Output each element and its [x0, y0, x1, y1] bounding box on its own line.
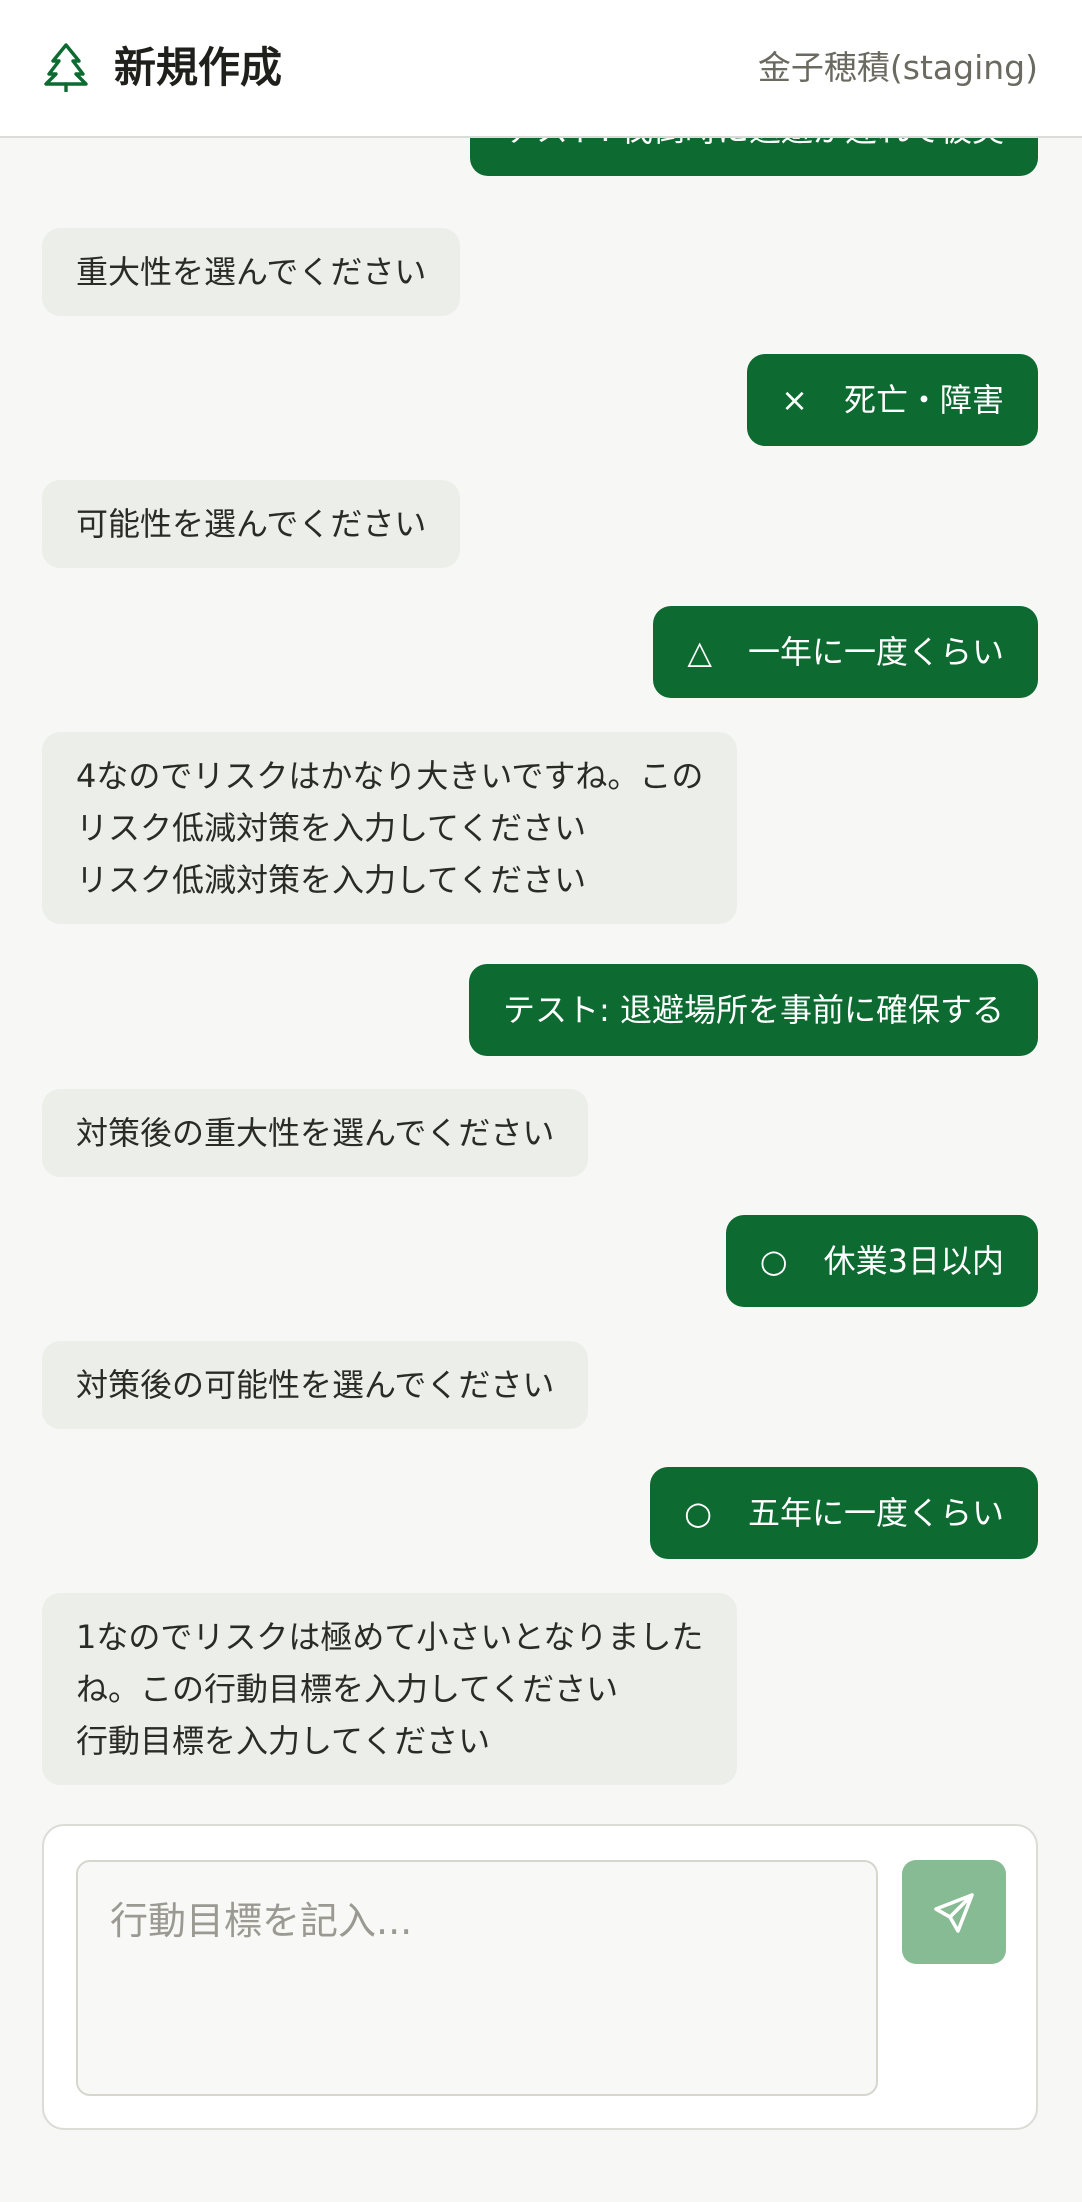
user-message: ○ 五年に一度くらい: [650, 1467, 1038, 1559]
user-message: ○ 休業3日以内: [725, 1215, 1038, 1307]
likelihood-mark: △: [687, 633, 712, 671]
message-text: 五年に一度くらい: [747, 1494, 1004, 1532]
bot-message: 対策後の重大性を選んでください: [42, 1089, 589, 1177]
message-line: リスク低減対策を入力してください: [76, 809, 587, 847]
message-line: 4なのでリスクはかなり大きいですね。この: [76, 757, 704, 795]
user-message: △ 一年に一度くらい: [653, 606, 1038, 698]
likelihood-mark: ○: [684, 1494, 712, 1532]
send-icon: [934, 1892, 974, 1933]
user-message: × 死亡・障害: [747, 354, 1038, 446]
severity-mark: ○: [759, 1242, 788, 1280]
message-text: テスト: 退避場所を事前に確保する: [503, 991, 1004, 1029]
tree-icon: [44, 43, 88, 92]
page-title: 新規作成: [114, 43, 283, 92]
user-name[interactable]: 金子穂積(staging): [758, 44, 1038, 92]
message-text: 休業3日以内: [823, 1242, 1004, 1280]
user-message: テスト: 退避場所を事前に確保する: [469, 964, 1038, 1056]
send-button[interactable]: [902, 1860, 1006, 1964]
bot-message: 可能性を選んでください: [42, 480, 461, 568]
message-text: 対策後の可能性を選んでください: [76, 1366, 555, 1404]
app-header: 新規作成 金子穂積(staging): [0, 0, 1082, 138]
message-line: リスク低減対策を入力してください: [76, 861, 587, 899]
message-text: 死亡・障害: [843, 381, 1004, 419]
goal-input[interactable]: [76, 1860, 878, 2096]
bot-message: 対策後の可能性を選んでください: [42, 1341, 589, 1429]
message-line: 1なのでリスクは極めて小さいとなりました: [76, 1618, 704, 1656]
message-line: 行動目標を入力してください: [76, 1722, 491, 1760]
bot-message: 4なのでリスクはかなり大きいですね。この リスク低減対策を入力してください リス…: [42, 732, 738, 924]
bot-message: 重大性を選んでください: [42, 228, 461, 316]
message-text: 重大性を選んでください: [76, 253, 427, 291]
message-text: 可能性を選んでください: [76, 505, 427, 543]
message-text: 対策後の重大性を選んでください: [76, 1114, 555, 1152]
message-text: 一年に一度くらい: [747, 633, 1004, 671]
bot-message: 1なのでリスクは極めて小さいとなりました ね。この行動目標を入力してください 行…: [42, 1593, 738, 1785]
severity-mark: ×: [781, 381, 808, 419]
message-composer: [42, 1824, 1038, 2130]
message-line: ね。この行動目標を入力してください: [76, 1670, 619, 1708]
